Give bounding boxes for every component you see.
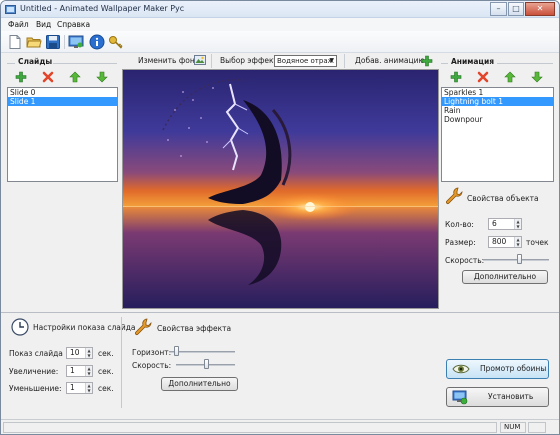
- effect-speed-label: Скорость:: [132, 361, 172, 370]
- monitor-icon[interactable]: [68, 34, 84, 50]
- change-background-label[interactable]: Изменить фон: [138, 56, 195, 65]
- effect-more-button[interactable]: Дополнительно: [161, 377, 238, 391]
- spinner-arrows-icon[interactable]: ▲ ▼: [514, 219, 521, 229]
- eye-icon: [452, 364, 470, 374]
- menu-bar: Файл Вид Справка: [1, 18, 559, 31]
- zoom-out-stepper[interactable]: 1 ▲ ▼: [66, 382, 93, 394]
- toolbar-separator: [64, 35, 65, 49]
- move-up-icon[interactable]: [69, 71, 81, 83]
- wrench-icon: [445, 187, 463, 205]
- toolbar: [1, 31, 559, 53]
- chevron-down-icon: ▼: [329, 57, 334, 64]
- clock-icon: [11, 318, 29, 336]
- add-animation-icon[interactable]: [421, 55, 433, 67]
- menu-help[interactable]: Справка: [57, 20, 90, 29]
- add-animation-item-icon[interactable]: [450, 71, 462, 83]
- animation-header: Анимация: [441, 57, 553, 69]
- delete-slide-icon[interactable]: [42, 71, 54, 83]
- preview-scene: [123, 70, 438, 308]
- slides-list[interactable]: Slide 0 Slide 1: [7, 87, 118, 182]
- horizon-label: Горизонт:: [132, 348, 172, 357]
- animation-list[interactable]: Sparkles 1 Lightning bolt 1 Rain Downpou…: [441, 87, 554, 182]
- close-button[interactable]: ✕: [525, 2, 555, 16]
- wallpaper-preview[interactable]: [122, 69, 439, 309]
- effect-speed-slider-thumb[interactable]: [204, 359, 210, 369]
- app-icon: [5, 5, 16, 14]
- spinner-arrows-icon[interactable]: ▲ ▼: [85, 366, 92, 376]
- object-speed-slider-thumb[interactable]: [516, 254, 522, 264]
- move-down-icon[interactable]: [531, 71, 543, 83]
- preview-bar-separator: [344, 54, 345, 68]
- spinner-arrows-icon[interactable]: ▲ ▼: [85, 348, 92, 358]
- preview-bar-separator: [211, 54, 212, 68]
- zoom-in-stepper[interactable]: 1 ▲ ▼: [66, 365, 93, 377]
- preview-wallpaper-label: Промотр обоины: [480, 364, 547, 373]
- seconds-unit: сек.: [98, 367, 114, 376]
- install-button[interactable]: Установить: [446, 387, 549, 407]
- effect-select[interactable]: Водяное отраж ▼: [274, 55, 337, 67]
- list-item[interactable]: Rain: [442, 106, 553, 115]
- status-cell: [528, 422, 546, 433]
- install-monitor-icon: [452, 390, 468, 405]
- count-label: Кол-во:: [445, 220, 474, 229]
- size-value: 800: [492, 237, 507, 246]
- maximize-button[interactable]: □: [508, 2, 524, 16]
- size-label: Размер:: [445, 238, 476, 247]
- list-item[interactable]: Slide 1: [8, 97, 117, 106]
- list-item[interactable]: Slide 0: [8, 88, 117, 97]
- list-item[interactable]: Lightning bolt 1: [442, 97, 553, 106]
- show-duration-value: 10: [70, 348, 80, 357]
- zoom-out-value: 1: [70, 383, 75, 392]
- size-stepper[interactable]: 800 ▲ ▼: [488, 236, 522, 248]
- open-folder-icon[interactable]: [26, 34, 42, 50]
- count-value: 6: [492, 219, 497, 228]
- app-window: Untitled - Animated Wallpaper Maker Рус …: [0, 0, 560, 435]
- slides-header: Слайды: [7, 57, 117, 69]
- panel-divider: [121, 317, 122, 408]
- panel-divider: [1, 312, 559, 313]
- object-more-button[interactable]: Дополнительно: [462, 270, 548, 284]
- spinner-arrows-icon[interactable]: ▲ ▼: [514, 237, 521, 247]
- size-unit: точек: [526, 238, 549, 247]
- show-duration-stepper[interactable]: 10 ▲ ▼: [66, 347, 93, 359]
- status-message: [3, 422, 497, 433]
- move-up-icon[interactable]: [504, 71, 516, 83]
- seconds-unit: сек.: [98, 384, 114, 393]
- effect-select-value: Водяное отраж: [277, 57, 334, 65]
- status-bar: NUM: [1, 419, 559, 434]
- install-label: Установить: [488, 392, 534, 401]
- list-item[interactable]: Sparkles 1: [442, 88, 553, 97]
- add-slide-icon[interactable]: [15, 71, 27, 83]
- window-title: Untitled - Animated Wallpaper Maker Рус: [20, 4, 185, 13]
- minimize-button[interactable]: –: [490, 2, 507, 16]
- count-stepper[interactable]: 6 ▲ ▼: [488, 218, 522, 230]
- spinner-arrows-icon[interactable]: ▲ ▼: [85, 383, 92, 393]
- menu-file[interactable]: Файл: [8, 20, 29, 29]
- object-properties-title: Свойства объекта: [467, 194, 539, 203]
- horizon-slider-thumb[interactable]: [173, 346, 179, 356]
- object-speed-label: Скорость:: [445, 256, 485, 265]
- title-bar[interactable]: Untitled - Animated Wallpaper Maker Рус …: [1, 1, 559, 18]
- show-duration-label: Показ слайда: [9, 349, 63, 358]
- zoom-in-label: Увеличение:: [9, 367, 59, 376]
- move-down-icon[interactable]: [96, 71, 108, 83]
- effect-properties-title: Свойства эффекта: [157, 324, 232, 333]
- menu-view[interactable]: Вид: [36, 20, 51, 29]
- delete-animation-icon[interactable]: [477, 71, 489, 83]
- wrench-icon: [134, 318, 152, 336]
- zoom-out-label: Уменьшение:: [9, 384, 62, 393]
- new-file-icon[interactable]: [7, 34, 23, 50]
- horizon-slider[interactable]: [169, 351, 235, 353]
- seconds-unit: сек.: [98, 349, 114, 358]
- image-icon[interactable]: [194, 54, 206, 66]
- list-item[interactable]: Downpour: [442, 115, 553, 124]
- add-animation-label[interactable]: Добав. анимацию: [355, 56, 425, 65]
- preview-wallpaper-button[interactable]: Промотр обоины: [446, 359, 549, 379]
- save-icon[interactable]: [45, 34, 61, 50]
- key-icon[interactable]: [108, 34, 124, 50]
- info-icon[interactable]: [89, 34, 105, 50]
- zoom-in-value: 1: [70, 366, 75, 375]
- num-lock-indicator: NUM: [500, 422, 526, 433]
